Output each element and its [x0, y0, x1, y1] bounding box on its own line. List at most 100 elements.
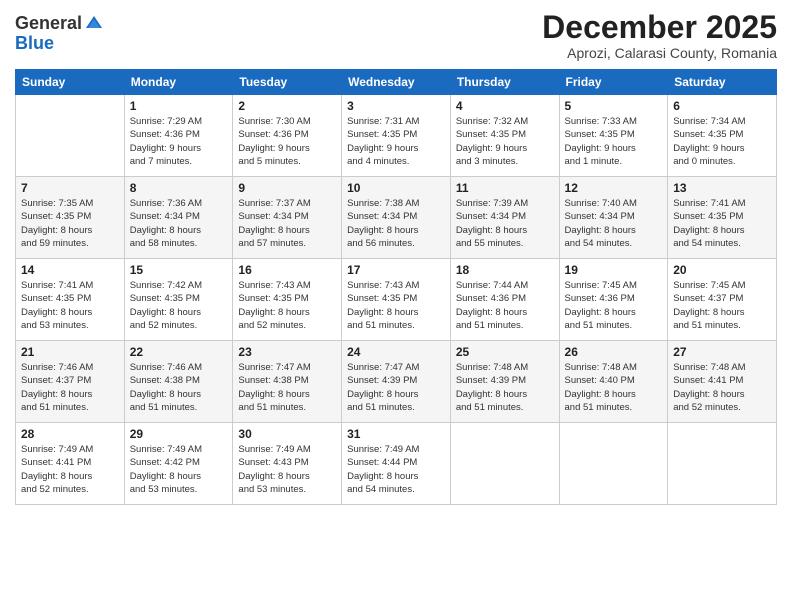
calendar-cell: 23Sunrise: 7:47 AMSunset: 4:38 PMDayligh… [233, 341, 342, 423]
day-number: 25 [456, 345, 554, 359]
calendar-cell: 25Sunrise: 7:48 AMSunset: 4:39 PMDayligh… [450, 341, 559, 423]
calendar-cell: 11Sunrise: 7:39 AMSunset: 4:34 PMDayligh… [450, 177, 559, 259]
day-info: Sunrise: 7:36 AMSunset: 4:34 PMDaylight:… [130, 197, 228, 250]
day-info: Sunrise: 7:38 AMSunset: 4:34 PMDaylight:… [347, 197, 445, 250]
day-info: Sunrise: 7:44 AMSunset: 4:36 PMDaylight:… [456, 279, 554, 332]
day-number: 17 [347, 263, 445, 277]
day-number: 27 [673, 345, 771, 359]
day-info: Sunrise: 7:43 AMSunset: 4:35 PMDaylight:… [238, 279, 336, 332]
col-wednesday: Wednesday [342, 70, 451, 95]
calendar-cell: 17 Sunrise: 7:43 AMSunset: 4:35 PMDayligh… [342, 259, 451, 341]
day-info: Sunrise: 7:49 AMSunset: 4:42 PMDaylight:… [130, 443, 228, 496]
location-subtitle: Aprozi, Calarasi County, Romania [542, 45, 777, 61]
day-info: Sunrise: 7:30 AMSunset: 4:36 PMDaylight:… [238, 115, 336, 168]
calendar-cell: 4 Sunrise: 7:32 AMSunset: 4:35 PMDaylight… [450, 95, 559, 177]
day-number: 28 [21, 427, 119, 441]
day-number: 12 [565, 181, 663, 195]
calendar-cell: 10Sunrise: 7:38 AMSunset: 4:34 PMDayligh… [342, 177, 451, 259]
day-info: Sunrise: 7:46 AMSunset: 4:37 PMDaylight:… [21, 361, 119, 414]
day-number: 5 [565, 99, 663, 113]
calendar-cell: 1Sunrise: 7:29 AMSunset: 4:36 PMDaylight… [124, 95, 233, 177]
calendar-cell: 15 Sunrise: 7:42 AMSunset: 4:35 PMDayligh… [124, 259, 233, 341]
day-info: Sunrise: 7:49 AMSunset: 4:43 PMDaylight:… [238, 443, 336, 496]
day-number: 9 [238, 181, 336, 195]
day-info: Sunrise: 7:35 AMSunset: 4:35 PMDaylight:… [21, 197, 119, 250]
calendar-cell: 19 Sunrise: 7:45 AMSunset: 4:36 PMDayligh… [559, 259, 668, 341]
col-sunday: Sunday [16, 70, 125, 95]
logo-icon [84, 14, 104, 34]
calendar-cell: 20 Sunrise: 7:45 AMSunset: 4:37 PMDayligh… [668, 259, 777, 341]
calendar-cell: 27 Sunrise: 7:48 AMSunset: 4:41 PMDayligh… [668, 341, 777, 423]
calendar-cell: 28 Sunrise: 7:49 AMSunset: 4:41 PMDayligh… [16, 423, 125, 505]
day-info: Sunrise: 7:32 AMSunset: 4:35 PMDaylight:… [456, 115, 554, 168]
day-number: 4 [456, 99, 554, 113]
calendar-cell [559, 423, 668, 505]
calendar-cell [668, 423, 777, 505]
day-info: Sunrise: 7:33 AMSunset: 4:35 PMDaylight:… [565, 115, 663, 168]
day-number: 8 [130, 181, 228, 195]
calendar-cell: 7 Sunrise: 7:35 AMSunset: 4:35 PMDaylight… [16, 177, 125, 259]
calendar-week-row: 28 Sunrise: 7:49 AMSunset: 4:41 PMDayligh… [16, 423, 777, 505]
calendar-cell: 3Sunrise: 7:31 AMSunset: 4:35 PMDaylight… [342, 95, 451, 177]
day-number: 29 [130, 427, 228, 441]
day-number: 1 [130, 99, 228, 113]
day-number: 2 [238, 99, 336, 113]
day-info: Sunrise: 7:43 AMSunset: 4:35 PMDaylight:… [347, 279, 445, 332]
calendar-cell: 6 Sunrise: 7:34 AMSunset: 4:35 PMDaylight… [668, 95, 777, 177]
day-info: Sunrise: 7:31 AMSunset: 4:35 PMDaylight:… [347, 115, 445, 168]
calendar-header-row: Sunday Monday Tuesday Wednesday Thursday… [16, 70, 777, 95]
day-info: Sunrise: 7:45 AMSunset: 4:37 PMDaylight:… [673, 279, 771, 332]
calendar-cell: 31Sunrise: 7:49 AMSunset: 4:44 PMDayligh… [342, 423, 451, 505]
day-number: 20 [673, 263, 771, 277]
calendar-cell: 30 Sunrise: 7:49 AMSunset: 4:43 PMDayligh… [233, 423, 342, 505]
day-number: 11 [456, 181, 554, 195]
month-title: December 2025 [542, 10, 777, 45]
day-number: 30 [238, 427, 336, 441]
calendar-cell: 5 Sunrise: 7:33 AMSunset: 4:35 PMDaylight… [559, 95, 668, 177]
day-number: 26 [565, 345, 663, 359]
day-number: 13 [673, 181, 771, 195]
day-info: Sunrise: 7:41 AMSunset: 4:35 PMDaylight:… [21, 279, 119, 332]
day-number: 18 [456, 263, 554, 277]
day-number: 31 [347, 427, 445, 441]
calendar-cell [450, 423, 559, 505]
day-info: Sunrise: 7:47 AMSunset: 4:39 PMDaylight:… [347, 361, 445, 414]
day-number: 22 [130, 345, 228, 359]
day-number: 15 [130, 263, 228, 277]
day-info: Sunrise: 7:42 AMSunset: 4:35 PMDaylight:… [130, 279, 228, 332]
calendar-table: Sunday Monday Tuesday Wednesday Thursday… [15, 69, 777, 505]
day-number: 6 [673, 99, 771, 113]
day-info: Sunrise: 7:49 AMSunset: 4:41 PMDaylight:… [21, 443, 119, 496]
day-info: Sunrise: 7:45 AMSunset: 4:36 PMDaylight:… [565, 279, 663, 332]
col-monday: Monday [124, 70, 233, 95]
day-info: Sunrise: 7:34 AMSunset: 4:35 PMDaylight:… [673, 115, 771, 168]
col-saturday: Saturday [668, 70, 777, 95]
calendar-cell: 13 Sunrise: 7:41 AMSunset: 4:35 PMDayligh… [668, 177, 777, 259]
calendar-cell: 29 Sunrise: 7:49 AMSunset: 4:42 PMDayligh… [124, 423, 233, 505]
title-area: December 2025 Aprozi, Calarasi County, R… [542, 10, 777, 61]
calendar-cell: 22 Sunrise: 7:46 AMSunset: 4:38 PMDayligh… [124, 341, 233, 423]
day-number: 21 [21, 345, 119, 359]
logo-general: General [15, 14, 82, 34]
calendar-cell: 9 Sunrise: 7:37 AMSunset: 4:34 PMDaylight… [233, 177, 342, 259]
day-info: Sunrise: 7:37 AMSunset: 4:34 PMDaylight:… [238, 197, 336, 250]
calendar-cell: 18 Sunrise: 7:44 AMSunset: 4:36 PMDayligh… [450, 259, 559, 341]
day-number: 14 [21, 263, 119, 277]
calendar-week-row: 7 Sunrise: 7:35 AMSunset: 4:35 PMDaylight… [16, 177, 777, 259]
calendar-cell: 21 Sunrise: 7:46 AMSunset: 4:37 PMDayligh… [16, 341, 125, 423]
day-number: 7 [21, 181, 119, 195]
day-info: Sunrise: 7:48 AMSunset: 4:41 PMDaylight:… [673, 361, 771, 414]
day-number: 24 [347, 345, 445, 359]
day-info: Sunrise: 7:41 AMSunset: 4:35 PMDaylight:… [673, 197, 771, 250]
day-info: Sunrise: 7:46 AMSunset: 4:38 PMDaylight:… [130, 361, 228, 414]
col-thursday: Thursday [450, 70, 559, 95]
calendar-cell: 2 Sunrise: 7:30 AMSunset: 4:36 PMDaylight… [233, 95, 342, 177]
calendar-cell: 8 Sunrise: 7:36 AMSunset: 4:34 PMDaylight… [124, 177, 233, 259]
logo: General Blue [15, 14, 104, 54]
day-number: 19 [565, 263, 663, 277]
calendar-cell: 12Sunrise: 7:40 AMSunset: 4:34 PMDayligh… [559, 177, 668, 259]
col-friday: Friday [559, 70, 668, 95]
calendar-week-row: 21 Sunrise: 7:46 AMSunset: 4:37 PMDayligh… [16, 341, 777, 423]
calendar-week-row: 14 Sunrise: 7:41 AMSunset: 4:35 PMDayligh… [16, 259, 777, 341]
day-number: 16 [238, 263, 336, 277]
